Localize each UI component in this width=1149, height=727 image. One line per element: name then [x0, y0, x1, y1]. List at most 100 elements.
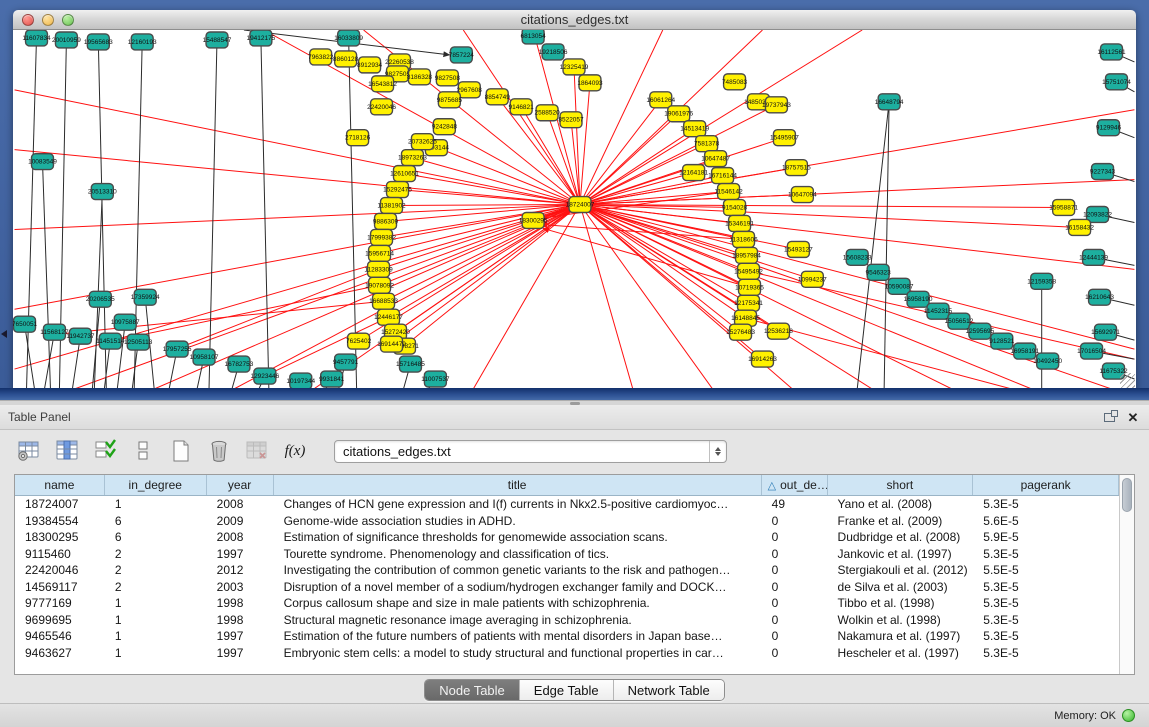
- graph-node[interactable]: 15346191: [725, 215, 754, 231]
- graph-node[interactable]: 16958191: [1010, 343, 1039, 359]
- graph-node[interactable]: 11942737: [66, 328, 95, 344]
- graph-node[interactable]: 11318606: [729, 231, 758, 247]
- graph-node[interactable]: 9154028: [722, 200, 748, 216]
- graph-node[interactable]: 7625402: [346, 333, 372, 349]
- graph-edge[interactable]: [580, 205, 741, 333]
- graph-node[interactable]: 10975887: [111, 314, 140, 330]
- column-header-name[interactable]: name: [15, 475, 105, 495]
- graph-node[interactable]: 12175341: [734, 295, 763, 311]
- graph-node[interactable]: 12159358: [1027, 273, 1056, 289]
- graph-edge[interactable]: [580, 205, 872, 389]
- table-row[interactable]: 977716911998Corpus callosum shape and si…: [15, 595, 1119, 612]
- graph-edge[interactable]: [269, 317, 389, 374]
- table-row[interactable]: 969969511998Structural magnetic resonanc…: [15, 612, 1119, 629]
- graph-node[interactable]: 9875685: [437, 92, 463, 108]
- graph-node[interactable]: 15692971: [1091, 324, 1120, 340]
- column-header-out_de[interactable]: △out_de…: [762, 475, 828, 495]
- graph-node[interactable]: 7963822: [308, 49, 334, 65]
- tab-edge-table[interactable]: Edge Table: [520, 680, 614, 700]
- column-settings-button[interactable]: [16, 438, 42, 464]
- graph-node[interactable]: 15958871: [1049, 200, 1078, 216]
- graph-edge[interactable]: [884, 102, 889, 389]
- graph-node[interactable]: 10197344: [286, 373, 315, 389]
- panel-collapse-arrow[interactable]: [1, 330, 7, 338]
- graph-node[interactable]: 19218506: [539, 44, 568, 60]
- graph-node[interactable]: 2718126: [345, 130, 371, 146]
- graph-node[interactable]: 15493127: [784, 241, 813, 257]
- graph-node[interactable]: 16914263: [748, 351, 777, 367]
- graph-node[interactable]: 9242848: [432, 119, 458, 135]
- graph-node[interactable]: 10647487: [701, 151, 730, 167]
- table-row[interactable]: 2242004622012Investigating the contribut…: [15, 562, 1119, 579]
- graph-node[interactable]: 16716144: [708, 168, 737, 184]
- graph-node[interactable]: 15292475: [383, 182, 412, 198]
- graph-node[interactable]: 9129946: [1096, 120, 1122, 136]
- graph-node[interactable]: 9827508: [435, 70, 461, 86]
- graph-node[interactable]: 20010959: [52, 32, 81, 48]
- graph-node[interactable]: 16210643: [1085, 289, 1114, 305]
- graph-edge[interactable]: [404, 174, 580, 205]
- graph-edge[interactable]: [25, 324, 35, 389]
- graph-node[interactable]: 10958107: [190, 349, 219, 365]
- table-row[interactable]: 1456911722003Disruption of a novel membe…: [15, 579, 1119, 596]
- graph-node[interactable]: 19565683: [84, 34, 113, 50]
- graph-node[interactable]: 16914479: [377, 336, 406, 352]
- graph-node[interactable]: 7650051: [13, 316, 38, 332]
- graph-edge[interactable]: [154, 205, 580, 389]
- close-button[interactable]: [22, 14, 34, 26]
- graph-node[interactable]: 9128521: [989, 333, 1015, 349]
- graph-node[interactable]: 20206535: [86, 291, 115, 307]
- column-header-pagerank[interactable]: pagerank: [973, 475, 1119, 495]
- close-panel-icon[interactable]: ✕: [1125, 409, 1141, 425]
- graph-node[interactable]: 10083549: [28, 154, 57, 170]
- table-row[interactable]: 946554611997Estimation of the future num…: [15, 628, 1119, 645]
- graph-edge[interactable]: [473, 205, 580, 389]
- graph-node[interactable]: 11546142: [714, 184, 743, 200]
- graph-node[interactable]: 6813054: [521, 30, 547, 44]
- graph-node[interactable]: 11283309: [364, 261, 393, 277]
- select-column-button[interactable]: [54, 438, 80, 464]
- zoom-button[interactable]: [62, 14, 74, 26]
- graph-node[interactable]: 15495492: [734, 263, 763, 279]
- graph-node[interactable]: 7485083: [722, 74, 748, 90]
- column-header-in_degree[interactable]: in_degree: [105, 475, 207, 495]
- graph-node[interactable]: 14513419: [680, 121, 709, 137]
- graph-edge[interactable]: [580, 205, 1112, 389]
- graph-edge[interactable]: [209, 40, 217, 389]
- graph-node[interactable]: 10492450: [1033, 353, 1062, 369]
- graph-node[interactable]: 18973263: [398, 150, 427, 166]
- graph-node[interactable]: 12446177: [374, 309, 403, 325]
- graph-node[interactable]: 12923446: [250, 368, 279, 384]
- graph-edge[interactable]: [15, 205, 580, 230]
- graph-node[interactable]: 8522057: [558, 112, 584, 128]
- graph-node[interactable]: 20732625: [408, 134, 437, 150]
- graph-node[interactable]: 7581378: [694, 136, 720, 152]
- delete-table-button[interactable]: [244, 438, 270, 464]
- graph-node[interactable]: 19078092: [365, 277, 394, 293]
- table-selector-dropdown[interactable]: citations_edges.txt: [334, 440, 727, 463]
- column-header-short[interactable]: short: [828, 475, 974, 495]
- graph-edge[interactable]: [261, 38, 269, 389]
- graph-node[interactable]: 12444139: [1079, 249, 1108, 265]
- network-graph[interactable]: 1160783420010959195656831216019315488547…: [13, 30, 1136, 389]
- graph-node[interactable]: 11381902: [377, 198, 406, 214]
- graph-node[interactable]: 7857224: [449, 47, 475, 63]
- graph-edge[interactable]: [580, 110, 1134, 205]
- graph-edge[interactable]: [94, 192, 102, 389]
- graph-node[interactable]: 18724007: [566, 197, 595, 213]
- graph-edge[interactable]: [580, 205, 812, 280]
- graph-edge[interactable]: [382, 205, 580, 238]
- graph-node[interactable]: 19737943: [762, 97, 791, 113]
- graph-edge[interactable]: [27, 38, 37, 389]
- graph-edge[interactable]: [580, 100, 661, 205]
- column-header-year[interactable]: year: [207, 475, 274, 495]
- graph-node[interactable]: 18300295: [519, 212, 548, 228]
- graph-node[interactable]: 15751074: [1102, 74, 1131, 90]
- graph-node[interactable]: 9886309: [373, 213, 399, 229]
- graph-edge[interactable]: [117, 322, 125, 389]
- graph-node[interactable]: 15495907: [770, 130, 799, 146]
- graph-node[interactable]: 16112561: [1097, 44, 1126, 60]
- float-panel-icon[interactable]: [1101, 409, 1117, 425]
- graph-node[interactable]: 9457791: [333, 354, 359, 370]
- graph-node[interactable]: 15716485: [396, 356, 425, 372]
